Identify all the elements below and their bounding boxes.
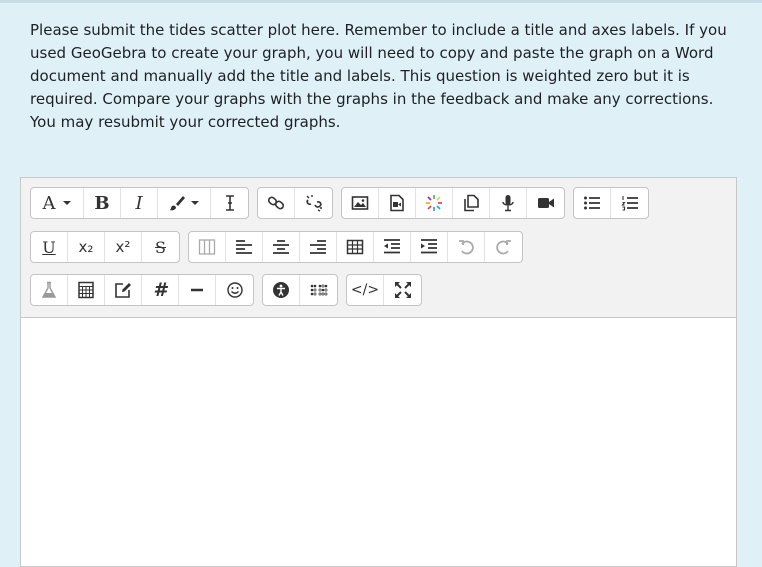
horizontal-rule-button[interactable]	[179, 275, 216, 305]
align-left-icon	[236, 240, 252, 254]
indent-button[interactable]	[411, 232, 448, 262]
redo-button[interactable]	[485, 232, 522, 262]
special-character-button[interactable]: #	[142, 275, 179, 305]
toolbar-row-1: A B I	[30, 187, 649, 219]
align-left-button[interactable]	[226, 232, 263, 262]
emoticon-button[interactable]	[216, 275, 253, 305]
accessibility-checker-button[interactable]	[263, 275, 300, 305]
record-audio-button[interactable]	[490, 188, 527, 218]
files-icon	[464, 194, 479, 212]
horizontal-rule-icon	[191, 288, 203, 292]
subscript-button[interactable]: x₂	[68, 232, 105, 262]
text-style-group: U x₂ x² S	[30, 231, 180, 263]
code-label: </>	[350, 282, 380, 298]
calculator-icon	[78, 281, 94, 299]
smile-icon	[226, 282, 243, 298]
unlink-button[interactable]	[295, 188, 332, 218]
paintbrush-icon	[170, 196, 185, 211]
underline-button[interactable]: U	[31, 232, 68, 262]
bullet-list-icon	[584, 196, 600, 210]
sparkle-icon	[426, 195, 442, 211]
align-center-button[interactable]	[263, 232, 300, 262]
h5p-button[interactable]	[416, 188, 453, 218]
strikethrough-button[interactable]: S	[142, 232, 179, 262]
text-cursor-icon	[225, 195, 234, 211]
align-group	[188, 231, 523, 263]
file-video-icon	[390, 194, 404, 212]
columns-icon	[198, 239, 216, 255]
align-right-button[interactable]	[300, 232, 337, 262]
insert-image-button[interactable]	[342, 188, 379, 218]
superscript-label: x²	[115, 238, 131, 256]
edit-button[interactable]	[105, 275, 142, 305]
record-video-button[interactable]	[527, 188, 564, 218]
link-group	[257, 187, 333, 219]
insert-table-button[interactable]	[337, 232, 374, 262]
editor-toolbar: A B I U x₂ x² S # </>	[21, 178, 736, 318]
top-divider	[0, 0, 762, 3]
caret-down-icon	[191, 201, 199, 205]
pencil-square-icon	[115, 283, 131, 298]
bold-label: B	[94, 192, 110, 214]
undo-button[interactable]	[448, 232, 485, 262]
toolbar-row-3: # </>	[30, 274, 422, 306]
equation-button[interactable]	[68, 275, 105, 305]
style-group: A B I	[30, 187, 249, 219]
media-group	[341, 187, 565, 219]
toolbar-row-2: U x₂ x² S	[30, 231, 523, 263]
accessibility-group	[262, 274, 338, 306]
insert-media-button[interactable]	[379, 188, 416, 218]
microphone-icon	[502, 195, 514, 212]
braille-icon	[310, 284, 327, 296]
chemistry-button[interactable]	[31, 275, 68, 305]
undo-icon	[459, 240, 474, 255]
unordered-list-button[interactable]	[574, 188, 611, 218]
fullscreen-button[interactable]	[384, 275, 421, 305]
italic-label: I	[135, 192, 143, 214]
html-source-button[interactable]: </>	[347, 275, 384, 305]
image-icon	[351, 196, 369, 210]
link-button[interactable]	[258, 188, 295, 218]
link-icon	[267, 196, 285, 210]
source-group: </>	[346, 274, 422, 306]
screenreader-helper-button[interactable]	[300, 275, 337, 305]
font-size-button[interactable]: A	[31, 188, 84, 218]
italic-button[interactable]: I	[121, 188, 158, 218]
question-prompt: Please submit the tides scatter plot her…	[30, 21, 727, 131]
outdent-icon	[384, 239, 400, 254]
video-camera-icon	[537, 198, 554, 208]
bold-button[interactable]: B	[84, 188, 121, 218]
superscript-button[interactable]: x²	[105, 232, 142, 262]
align-center-icon	[273, 240, 289, 254]
editor-content-area[interactable]	[21, 318, 736, 566]
subscript-label: x₂	[78, 238, 94, 256]
accessibility-icon	[273, 282, 289, 298]
clear-formatting-button[interactable]	[211, 188, 248, 218]
caret-down-icon	[62, 201, 71, 205]
unlink-icon	[305, 195, 322, 212]
list-group	[573, 187, 649, 219]
underline-label: U	[42, 237, 56, 257]
rich-text-editor: A B I U x₂ x² S # </>	[20, 177, 737, 567]
insert-group: #	[30, 274, 254, 306]
text-color-button[interactable]	[158, 188, 211, 218]
outdent-button[interactable]	[374, 232, 411, 262]
align-columns-button[interactable]	[189, 232, 226, 262]
ordered-list-button[interactable]	[611, 188, 648, 218]
indent-icon	[421, 239, 437, 254]
strikethrough-label: S	[155, 237, 166, 257]
align-right-icon	[310, 240, 326, 254]
manage-files-button[interactable]	[453, 188, 490, 218]
table-icon	[346, 239, 364, 255]
redo-icon	[495, 240, 511, 255]
expand-icon	[394, 282, 411, 298]
flask-icon	[41, 281, 57, 298]
hash-label: #	[153, 279, 167, 301]
font-size-label: A	[42, 192, 56, 214]
numbered-list-icon	[620, 196, 638, 211]
